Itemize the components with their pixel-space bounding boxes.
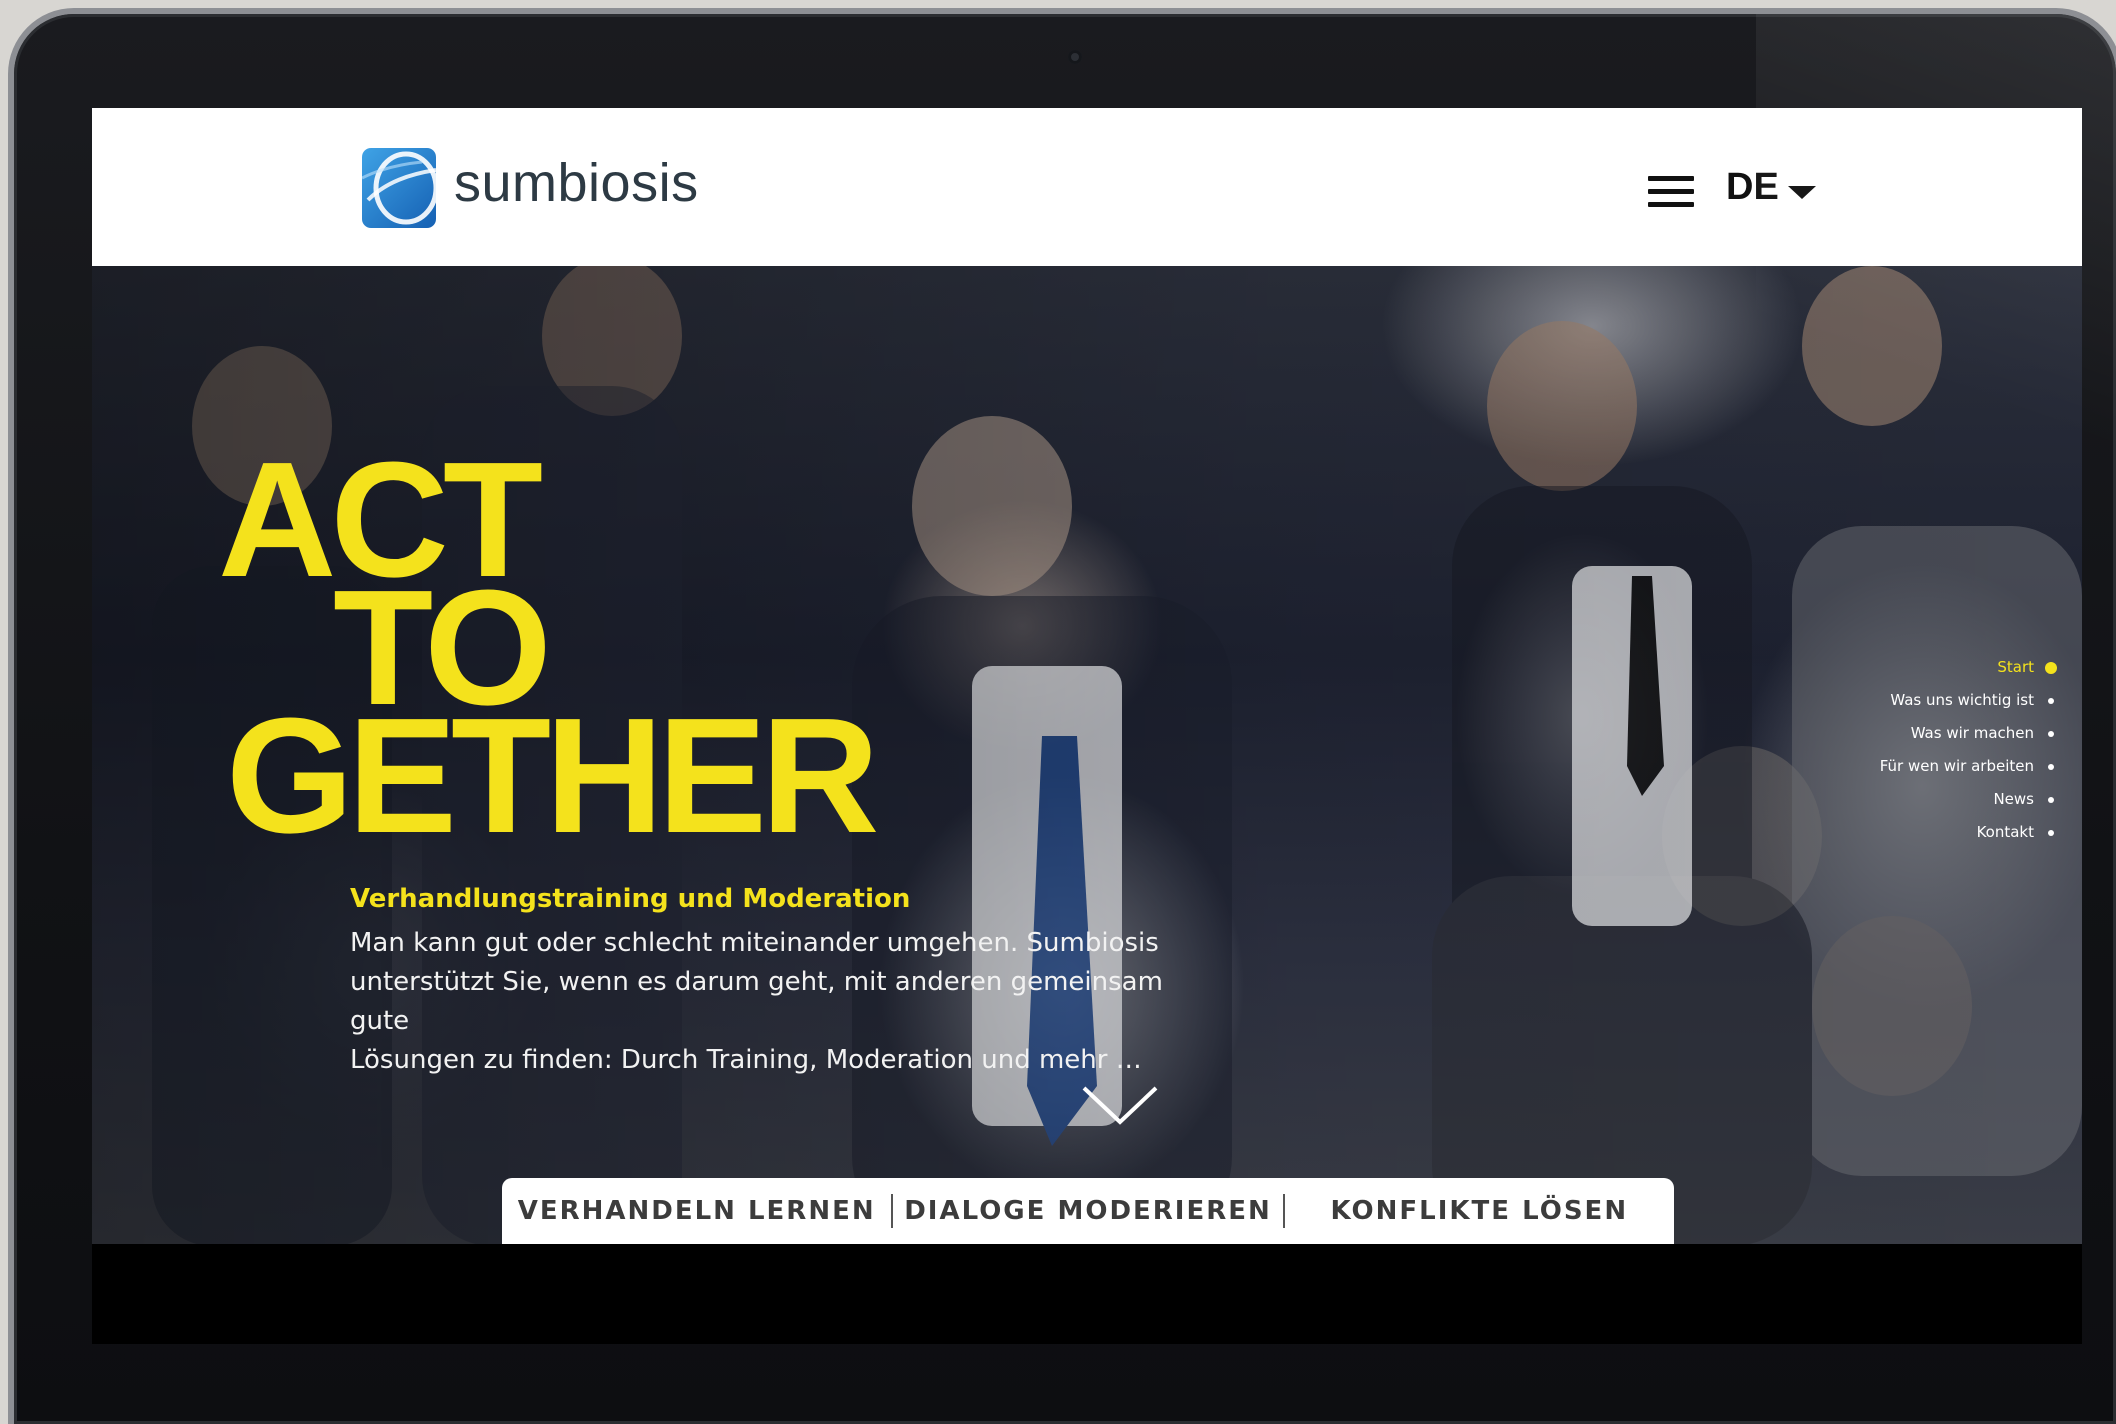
dot-indicator-icon [2048, 830, 2054, 836]
webcam-icon [1068, 50, 1082, 64]
chevron-down-icon[interactable] [1082, 1086, 1158, 1126]
hero-headline: ACT TO GETHER [218, 438, 879, 867]
section-dot-nav: Start Was uns wichtig ist Was wir machen… [1880, 658, 2058, 856]
dot-indicator-icon [2048, 797, 2054, 803]
hero-section: ACT TO GETHER Verhandlungstraining und M… [92, 266, 2082, 1244]
dotnav-label: Für wen wir arbeiten [1879, 757, 2034, 775]
laptop-frame: sumbiosis DE ACT TO GETHER Verhandlungst… [14, 14, 2116, 1424]
dotnav-item-kontakt[interactable]: Kontakt [1880, 823, 2058, 856]
dotnav-label: Start [1997, 658, 2034, 676]
hero-body-line: Lösungen zu finden: Durch Training, Mode… [350, 1045, 1142, 1075]
caret-down-icon[interactable] [1788, 186, 1816, 199]
dot-indicator-icon [2048, 764, 2054, 770]
page-bottom-area [98, 1244, 2068, 1340]
language-selector[interactable]: DE [1726, 166, 1779, 209]
dotnav-label: News [1993, 790, 2034, 808]
hero-body-line: unterstützt Sie, wenn es darum geht, mit… [350, 967, 1163, 1036]
browser-screen: sumbiosis DE ACT TO GETHER Verhandlungst… [92, 108, 2082, 1344]
sumbiosis-logo-icon[interactable] [362, 148, 436, 228]
tab-dialoge-moderieren[interactable]: DIALOGE MODERIEREN [893, 1196, 1282, 1226]
site-header: sumbiosis DE [92, 108, 2082, 266]
dotnav-item-was-wir-machen[interactable]: Was wir machen [1880, 724, 2058, 757]
headline-line-3: GETHER [226, 684, 879, 867]
brand-name[interactable]: sumbiosis [454, 152, 699, 214]
dotnav-item-fuer-wen-wir-arbeiten[interactable]: Für wen wir arbeiten [1880, 757, 2058, 790]
dotnav-label: Was wir machen [1910, 724, 2034, 742]
hero-body: Man kann gut oder schlecht miteinander u… [350, 924, 1210, 1080]
dotnav-label: Was uns wichtig ist [1890, 691, 2034, 709]
dotnav-item-start[interactable]: Start [1880, 658, 2058, 691]
dot-indicator-icon [2048, 731, 2054, 737]
service-tab-bar: VERHANDELN LERNEN DIALOGE MODERIEREN KON… [502, 1178, 1674, 1244]
tab-konflikte-loesen[interactable]: KONFLIKTE LÖSEN [1285, 1196, 1674, 1226]
hamburger-menu-icon[interactable] [1648, 176, 1694, 208]
hero-subhead: Verhandlungstraining und Moderation [350, 884, 911, 914]
tab-verhandeln-lernen[interactable]: VERHANDELN LERNEN [502, 1196, 891, 1226]
dotnav-label: Kontakt [1976, 823, 2034, 841]
dot-indicator-icon [2045, 662, 2057, 674]
dotnav-item-was-uns-wichtig-ist[interactable]: Was uns wichtig ist [1880, 691, 2058, 724]
hero-body-line: Man kann gut oder schlecht miteinander u… [350, 928, 1159, 958]
dotnav-item-news[interactable]: News [1880, 790, 2058, 823]
dot-indicator-icon [2048, 698, 2054, 704]
